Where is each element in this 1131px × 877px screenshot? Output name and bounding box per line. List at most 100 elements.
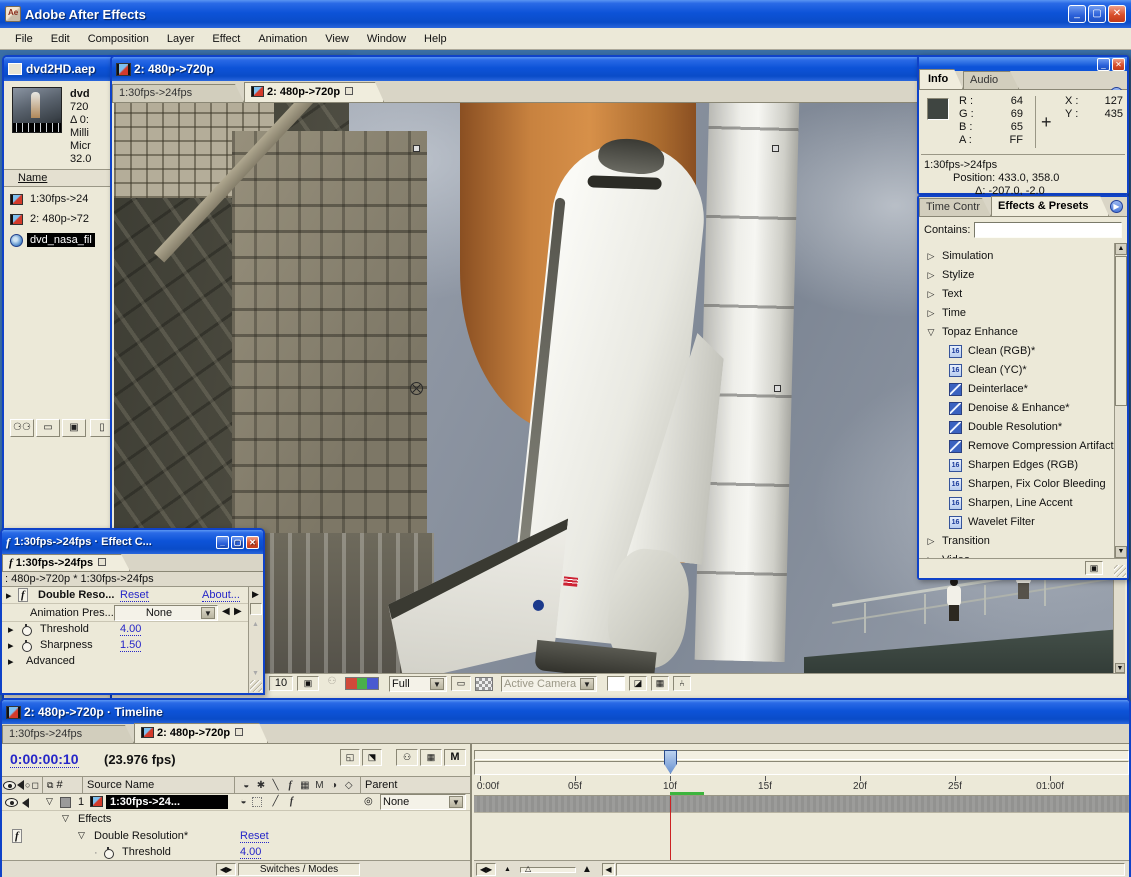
threshold-row[interactable]: · Threshold 4.00 bbox=[2, 845, 470, 860]
flowchart-icon[interactable]: ⑃ bbox=[673, 676, 691, 691]
timeline-window[interactable]: 2: 480p->720p · Timeline 1:30fps->24fps … bbox=[0, 698, 1131, 877]
project-item-comp2[interactable]: 2: 480p->72 bbox=[10, 213, 89, 225]
expand-columns-icon[interactable]: ◀▶ bbox=[476, 863, 496, 876]
source-name-header[interactable]: Source Name bbox=[82, 777, 234, 793]
transparency-grid-icon[interactable] bbox=[475, 677, 493, 691]
layer-row[interactable]: ▽ 1 1:30fps->24... ◒ ╱ f ◎ None▼ bbox=[2, 794, 470, 811]
effects-category[interactable]: ▷Video bbox=[925, 551, 970, 558]
minimize-button[interactable]: _ bbox=[216, 536, 229, 549]
tab-effect-controls[interactable]: f 1:30fps->24fps bbox=[2, 554, 130, 571]
tab-effects-presets[interactable]: Effects & Presets bbox=[991, 196, 1109, 216]
layer-handle[interactable] bbox=[413, 145, 420, 152]
speaker-icon[interactable] bbox=[22, 798, 29, 808]
menu-effect[interactable]: Effect bbox=[203, 30, 249, 48]
find-button[interactable]: ⚆⚆ bbox=[10, 419, 34, 437]
effect-item[interactable]: 16Clean (RGB)* bbox=[949, 342, 1035, 360]
scroll-down-icon[interactable]: ▼ bbox=[1115, 663, 1125, 673]
effect-controls-titlebar[interactable]: f 1:30fps->24fps · Effect C... _ ▢ ✕ bbox=[2, 530, 263, 554]
param-value[interactable]: 4.00 bbox=[240, 846, 261, 859]
param-value[interactable]: 4.00 bbox=[120, 623, 141, 636]
menu-edit[interactable]: Edit bbox=[42, 30, 79, 48]
zoom-slider-handle[interactable]: △ bbox=[525, 864, 531, 873]
stopwatch-icon[interactable] bbox=[22, 640, 32, 651]
info-palette-titlebar[interactable]: _ ✕ bbox=[919, 57, 1127, 71]
palette-menu-icon[interactable]: ▶ bbox=[1110, 200, 1123, 213]
snapshot-camera-icon[interactable]: ▣ bbox=[297, 676, 319, 691]
scroll-up-icon[interactable]: ▲ bbox=[252, 621, 259, 628]
twirl-right-icon[interactable]: ▸ bbox=[8, 655, 14, 668]
twirl-right-icon[interactable]: ▷ bbox=[925, 289, 937, 300]
twirl-down-icon[interactable]: ▽ bbox=[46, 796, 53, 807]
stopwatch-icon[interactable] bbox=[22, 624, 32, 635]
layer-number-header[interactable]: ⧉# bbox=[42, 777, 82, 793]
label-color-chip[interactable] bbox=[60, 797, 71, 808]
parent-popup[interactable]: None▼ bbox=[380, 794, 466, 810]
effect-item[interactable]: 16Clean (YC)* bbox=[949, 361, 1027, 379]
pickwhip-icon[interactable]: ◎ bbox=[364, 796, 373, 807]
tab-comp1[interactable]: 1:30fps->24fps bbox=[112, 84, 244, 102]
region-of-interest-icon[interactable]: ▭ bbox=[451, 676, 471, 691]
preset-item[interactable]: Double Resolution* bbox=[949, 418, 1062, 436]
eye-icon[interactable] bbox=[5, 798, 18, 807]
twirl-down-icon[interactable]: ▽ bbox=[925, 327, 937, 338]
twirl-right-icon[interactable]: ▷ bbox=[925, 536, 937, 547]
comp-marker-bin-icon[interactable]: ◱ bbox=[340, 749, 360, 766]
parent-header[interactable]: Parent bbox=[360, 777, 472, 793]
preset-item[interactable]: Deinterlace* bbox=[949, 380, 1028, 398]
contains-input[interactable] bbox=[974, 222, 1122, 238]
motion-blur-icon[interactable]: M bbox=[444, 749, 466, 766]
tab-close-icon[interactable] bbox=[235, 728, 243, 736]
menu-animation[interactable]: Animation bbox=[249, 30, 316, 48]
menu-help[interactable]: Help bbox=[415, 30, 456, 48]
scrollbar-thumb[interactable] bbox=[1115, 256, 1127, 406]
effects-category[interactable]: ▷Time bbox=[925, 304, 966, 322]
switches-header[interactable]: ◒ ✱ ╲ f ▦ M ◑ ◇ bbox=[234, 777, 360, 793]
time-ruler[interactable]: 0:00f 05f 10f 15f 20f 25f 01:00f bbox=[474, 775, 1129, 796]
effects-group-row[interactable]: ▽ Effects bbox=[2, 811, 470, 828]
reset-link[interactable]: Reset bbox=[240, 830, 269, 843]
tab-close-icon[interactable] bbox=[345, 87, 353, 95]
frame-blending-icon[interactable]: ▦ bbox=[420, 749, 442, 766]
flowchart-view-icon[interactable]: ⬔ bbox=[362, 749, 382, 766]
effects-category[interactable]: ▷Simulation bbox=[925, 247, 993, 265]
twirl-right-icon[interactable]: ▸ bbox=[6, 589, 12, 602]
menu-file[interactable]: File bbox=[6, 30, 42, 48]
layer-anchor-point[interactable] bbox=[410, 382, 423, 395]
quality-switch[interactable]: ╱ bbox=[268, 796, 283, 807]
work-area-bar[interactable] bbox=[474, 750, 1129, 760]
name-column-header[interactable]: Name bbox=[18, 172, 47, 184]
info-palette[interactable]: _ ✕ Info Audio ▶ R : G : B : A : 64 69 6… bbox=[917, 55, 1129, 195]
effects-category[interactable]: ▷Transition bbox=[925, 532, 990, 550]
layer-duration-bar[interactable] bbox=[474, 796, 1129, 813]
layer-handle[interactable] bbox=[772, 145, 779, 152]
preset-item[interactable]: Remove Compression Artifacts bbox=[949, 437, 1114, 455]
new-preset-icon[interactable]: ▣ bbox=[1085, 561, 1103, 575]
navigator-bar[interactable] bbox=[474, 761, 1129, 775]
hide-shy-layers-icon[interactable]: ⚇ bbox=[396, 749, 418, 766]
layer-handle[interactable] bbox=[774, 385, 781, 392]
panel-menu-icon[interactable]: ▶ bbox=[252, 589, 259, 600]
close-button[interactable]: ✕ bbox=[246, 536, 259, 549]
magnification-popup[interactable]: 10 bbox=[269, 676, 293, 691]
shy-switch[interactable]: ◒ bbox=[236, 796, 251, 807]
tab-audio[interactable]: Audio bbox=[963, 71, 1019, 89]
twirl-right-icon[interactable]: ▷ bbox=[925, 308, 937, 319]
maximize-button[interactable]: ▢ bbox=[231, 536, 244, 549]
project-item-comp1[interactable]: 1:30fps->24 bbox=[10, 193, 88, 205]
effects-category[interactable]: ▷Stylize bbox=[925, 266, 974, 284]
red-channel-icon[interactable] bbox=[346, 678, 357, 689]
zoom-in-mountain-icon[interactable]: ▲ bbox=[582, 864, 592, 875]
effect-item[interactable]: 16Sharpen, Line Accent bbox=[949, 494, 1073, 512]
channel-buttons[interactable] bbox=[345, 677, 379, 690]
green-channel-icon[interactable] bbox=[357, 678, 368, 689]
previous-preset-icon[interactable]: ◀ bbox=[222, 606, 230, 617]
timeline-titlebar[interactable]: 2: 480p->720p · Timeline bbox=[2, 700, 1129, 724]
twirl-down-icon[interactable]: ▽ bbox=[62, 813, 69, 824]
close-button[interactable]: ✕ bbox=[1112, 58, 1125, 71]
fast-previews-icon[interactable] bbox=[607, 676, 625, 691]
twirl-right-icon[interactable]: ▸ bbox=[8, 639, 14, 652]
project-item-footage[interactable]: dvd_nasa_fil bbox=[10, 233, 95, 247]
stopwatch-icon[interactable] bbox=[104, 847, 114, 858]
new-composition-button[interactable]: ▣ bbox=[62, 419, 86, 437]
blue-channel-icon[interactable] bbox=[367, 678, 378, 689]
